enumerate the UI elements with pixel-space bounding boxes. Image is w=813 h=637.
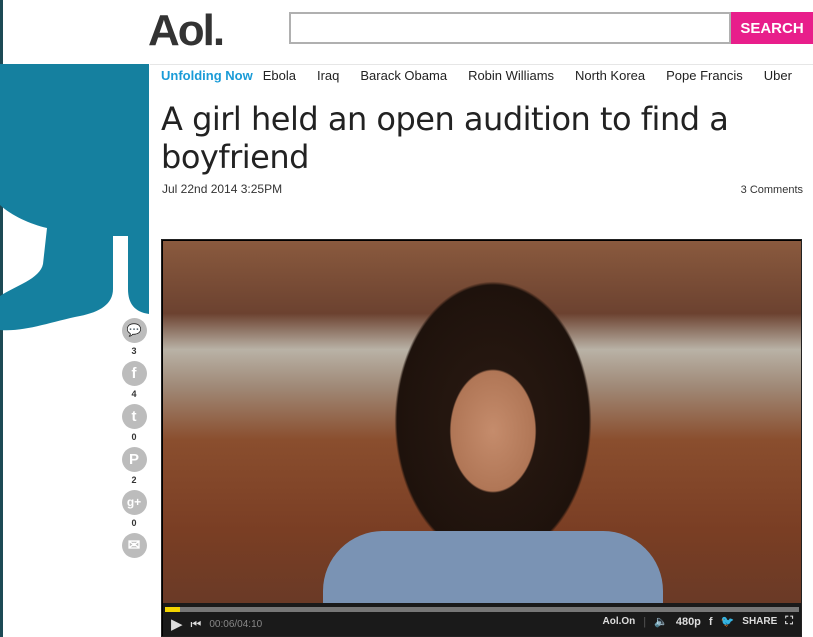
nav-item-ebola[interactable]: Ebola — [263, 68, 296, 83]
skip-back-icon[interactable]: ⏮ — [191, 617, 202, 632]
nav-item-uber[interactable]: Uber — [764, 68, 792, 83]
nav-item-robin-williams[interactable]: Robin Williams — [468, 68, 554, 83]
email-icon[interactable]: ✉ — [121, 533, 147, 558]
nav-item-iraq[interactable]: Iraq — [317, 68, 339, 83]
facebook-icon[interactable]: f — [121, 361, 147, 386]
facebook-count: 4 — [131, 389, 137, 399]
google-plus-count: 0 — [131, 518, 137, 528]
comments-link[interactable]: 3 Comments — [741, 184, 803, 196]
share-bar: 💬 3 f 4 t 0 P 2 g+ 0 ✉ — [121, 318, 147, 562]
separator: | — [643, 615, 647, 628]
quality-selector[interactable]: 480p — [676, 616, 701, 628]
nav-item-pope-francis[interactable]: Pope Francis — [666, 68, 743, 83]
comment-icon[interactable]: 💬 — [121, 318, 147, 343]
aol-logo[interactable]: Aol. — [148, 6, 225, 56]
nav-item-barack-obama[interactable]: Barack Obama — [360, 68, 447, 83]
comment-count: 3 — [131, 346, 137, 356]
video-player[interactable]: ▶ ⏮ 00:06/04:10 Aol.On | 🔈 480p f 🐦 SHAR… — [161, 239, 802, 637]
twitter-count: 0 — [131, 432, 137, 442]
teal-decoration — [0, 64, 149, 331]
search-input[interactable] — [289, 12, 731, 44]
fullscreen-icon[interactable]: ⛶ — [785, 615, 793, 628]
progress-fill — [165, 607, 181, 612]
trending-nav: Unfolding Now Ebola Iraq Barack Obama Ro… — [161, 68, 813, 83]
facebook-share-icon[interactable]: f — [709, 616, 713, 628]
video-subject-jacket — [323, 531, 663, 611]
divider — [150, 64, 813, 65]
progress-bar[interactable] — [165, 607, 799, 612]
aol-on-logo: Aol.On — [602, 616, 636, 627]
video-frame[interactable] — [163, 241, 801, 611]
search-button[interactable]: SEARCH — [731, 12, 813, 44]
video-controls: ▶ ⏮ 00:06/04:10 Aol.On | 🔈 480p f 🐦 SHAR… — [163, 603, 801, 636]
video-time: 00:06/04:10 — [209, 618, 263, 630]
google-plus-icon[interactable]: g+ — [121, 490, 147, 515]
nav-item-north-korea[interactable]: North Korea — [575, 68, 645, 83]
article-title: A girl held an open audition to find a b… — [161, 100, 729, 176]
twitter-icon[interactable]: t — [121, 404, 147, 429]
volume-icon[interactable]: 🔈 — [654, 615, 668, 628]
pinterest-icon[interactable]: P — [121, 447, 147, 472]
unfolding-now-label: Unfolding Now — [161, 68, 253, 83]
twitter-share-icon[interactable]: 🐦 — [721, 615, 735, 628]
play-icon[interactable]: ▶ — [171, 615, 183, 633]
pinterest-count: 2 — [131, 475, 137, 485]
share-button[interactable]: SHARE — [742, 616, 777, 627]
article-date: Jul 22nd 2014 3:25PM — [162, 182, 283, 196]
